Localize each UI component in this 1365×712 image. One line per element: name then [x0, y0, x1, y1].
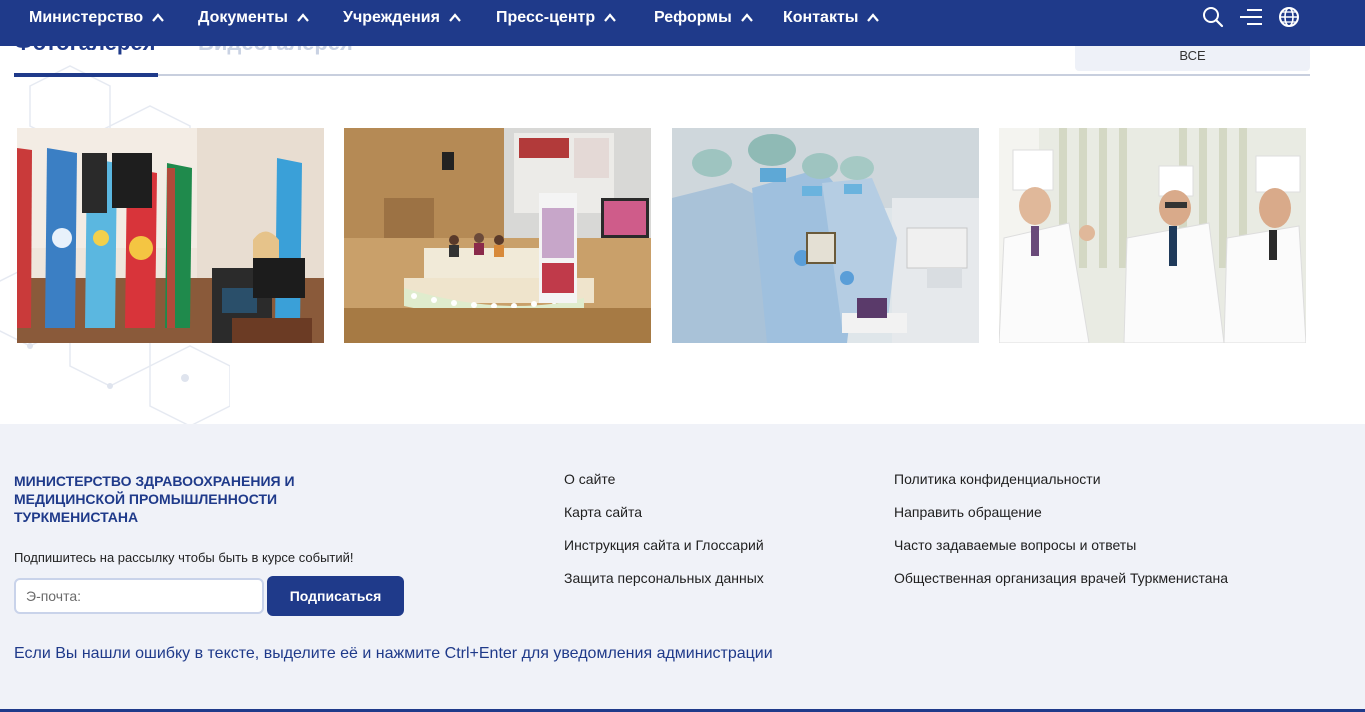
chevron-up-icon: [866, 11, 880, 25]
nav-item-label: Документы: [198, 9, 288, 26]
gallery-photo-doctors[interactable]: [999, 128, 1306, 343]
footer-link-about[interactable]: О сайте: [564, 471, 615, 487]
footer-link-data-protection[interactable]: Защита персональных данных: [564, 570, 764, 586]
footer-link-sitemap[interactable]: Карта сайта: [564, 504, 642, 520]
globe-icon[interactable]: [1277, 5, 1301, 29]
nav-item-institutions[interactable]: Учреждения: [343, 8, 462, 28]
gallery-photo-conference-hall[interactable]: [344, 128, 651, 343]
nav-item-label: Контакты: [783, 9, 859, 26]
photo-conference-hall-image: [344, 128, 651, 343]
all-button-label: ВСЕ: [1179, 48, 1206, 63]
nav-item-contacts[interactable]: Контакты: [783, 8, 880, 28]
search-icon[interactable]: [1201, 5, 1225, 29]
nav-item-press-center[interactable]: Пресс-центр: [496, 8, 617, 28]
chevron-up-icon: [448, 11, 462, 25]
error-report-note: Если Вы нашли ошибку в тексте, выделите …: [14, 645, 773, 662]
footer-link-faq[interactable]: Часто задаваемые вопросы и ответы: [894, 537, 1136, 553]
top-navigation: Министерство Документы Учреждения Пресс-…: [0, 0, 1365, 46]
subscribe-button[interactable]: Подписаться: [267, 576, 404, 616]
subscribe-text: Подпишитесь на рассылку чтобы быть в кур…: [14, 550, 354, 565]
footer-ministry-title: МИНИСТЕРСТВО ЗДРАВООХРАНЕНИЯ И МЕДИЦИНСК…: [14, 473, 295, 525]
menu-icon[interactable]: [1239, 5, 1263, 29]
footer-link-send-appeal[interactable]: Направить обращение: [894, 504, 1042, 520]
nav-item-ministry[interactable]: Министерство: [29, 8, 165, 28]
nav-item-label: Министерство: [29, 9, 144, 26]
nav-item-label: Учреждения: [343, 9, 440, 26]
site-footer: МИНИСТЕРСТВО ЗДРАВООХРАНЕНИЯ И МЕДИЦИНСК…: [0, 424, 1365, 712]
gallery-photo-lab-training[interactable]: [672, 128, 979, 343]
email-input[interactable]: [14, 578, 264, 614]
photo-doctors-image: [999, 128, 1306, 343]
photo-lab-training-image: [672, 128, 979, 343]
chevron-up-icon: [603, 11, 617, 25]
chevron-up-icon: [296, 11, 310, 25]
tab-active-indicator: [14, 73, 158, 77]
nav-item-documents[interactable]: Документы: [198, 8, 310, 28]
footer-link-privacy-policy[interactable]: Политика конфиденциальности: [894, 471, 1101, 487]
gallery-photo-conference-speaker[interactable]: [17, 128, 324, 343]
photo-conference-speaker-image: [17, 128, 324, 343]
nav-item-reforms[interactable]: Реформы: [654, 8, 754, 28]
chevron-up-icon: [740, 11, 754, 25]
footer-link-instructions[interactable]: Инструкция сайта и Глоссарий: [564, 537, 764, 553]
chevron-up-icon: [151, 11, 165, 25]
tabs-divider: [14, 74, 1310, 76]
nav-item-label: Пресс-центр: [496, 9, 596, 26]
nav-item-label: Реформы: [654, 9, 732, 26]
footer-link-doctors-organization[interactable]: Общественная организация врачей Туркмени…: [894, 570, 1228, 586]
